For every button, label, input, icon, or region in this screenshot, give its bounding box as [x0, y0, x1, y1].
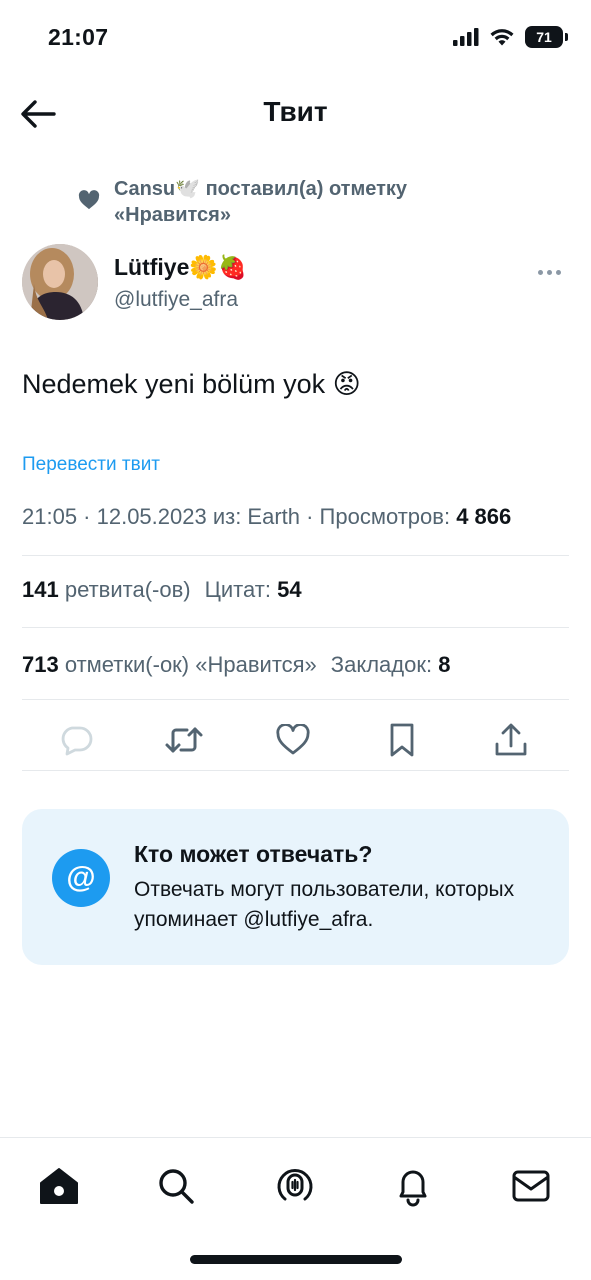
bookmarks-stat[interactable]: Закладок: 8 [331, 652, 451, 677]
tab-home[interactable] [37, 1164, 81, 1208]
tab-search[interactable] [154, 1164, 198, 1208]
retweets-label: ретвита(-ов) [64, 577, 191, 602]
likes-count: 713 [22, 652, 59, 677]
social-context-text: Cansu🕊️ поставил(а) отметку «Нравится» [114, 178, 408, 226]
divider [22, 770, 569, 771]
reply-button[interactable] [56, 720, 96, 760]
tweet-meta: 21:05 · 12.05.2023 из: Earth · Просмотро… [22, 504, 511, 530]
reply-restriction-card: @ Кто может отвечать? Отвечать могут пол… [22, 809, 569, 965]
bookmark-button[interactable] [382, 720, 422, 760]
avatar-photo [22, 244, 98, 320]
messages-icon [512, 1170, 550, 1202]
quotes-count: 54 [277, 577, 302, 602]
likes-label: отметки(-ок) «Нравится» [64, 652, 317, 677]
home-icon [40, 1168, 78, 1204]
stats-row-retweets: 141 ретвита(-ов) Цитат: 54 [22, 577, 302, 603]
user-handle[interactable]: @lutfiye_afra [114, 288, 238, 312]
bookmarks-label: Закладок: [330, 652, 433, 677]
reply-icon [61, 726, 93, 756]
quotes-stat[interactable]: Цитат: 54 [205, 577, 302, 602]
mention-icon: @ [52, 849, 110, 907]
tweet-text: Nedemek yeni bölüm yok 😡 [22, 369, 361, 399]
social-context[interactable]: Cansu🕊️ поставил(а) отметку «Нравится» [78, 176, 498, 228]
reply-restriction-title: Кто может отвечать? [134, 841, 373, 867]
tweet-actions [22, 712, 569, 768]
status-icons: 71 [453, 26, 568, 48]
share-button[interactable] [491, 720, 531, 760]
search-icon [159, 1169, 194, 1204]
like-icon [276, 724, 310, 755]
home-indicator [190, 1255, 402, 1264]
heart-icon [78, 190, 100, 210]
more-dot-icon [555, 269, 561, 275]
bottom-tab-bar [0, 1137, 591, 1237]
views-count[interactable]: 4 866 [456, 504, 511, 529]
bookmarks-count: 8 [438, 652, 451, 677]
avatar[interactable] [22, 244, 98, 320]
tab-messages[interactable] [509, 1164, 553, 1208]
quotes-label: Цитат: [204, 577, 271, 602]
page-title: Твит [263, 96, 328, 127]
reply-restriction-description: Отвечать могут пользователи, которых упо… [134, 878, 515, 931]
share-icon [495, 723, 527, 756]
header: Твит [0, 82, 591, 144]
retweets-stat[interactable]: 141 ретвита(-ов) [22, 577, 191, 602]
tweet-meta-prefix: 21:05 · 12.05.2023 из: Earth · Просмотро… [22, 504, 451, 529]
divider [22, 555, 569, 556]
tab-notifications[interactable] [391, 1164, 435, 1208]
divider [22, 627, 569, 628]
status-bar: 21:07 71 [0, 0, 591, 76]
bookmark-icon [390, 723, 414, 757]
divider [22, 699, 569, 700]
more-dot-icon [537, 269, 543, 275]
notifications-icon [399, 1170, 427, 1207]
more-dot-icon [546, 269, 552, 275]
retweet-icon [165, 727, 203, 753]
battery-indicator: 71 [525, 26, 568, 48]
display-name[interactable]: Lütfiye🌼🍓 [114, 254, 247, 281]
more-options-button[interactable] [532, 262, 566, 282]
retweets-count: 141 [22, 577, 59, 602]
tab-spaces[interactable] [273, 1164, 317, 1208]
translate-tweet-link[interactable]: Перевести твит [22, 454, 160, 476]
wifi-icon [490, 29, 514, 46]
cellular-signal-icon [453, 28, 479, 46]
likes-stat[interactable]: 713 отметки(-ок) «Нравится» [22, 652, 317, 677]
spaces-icon [277, 1169, 313, 1201]
status-time: 21:07 [48, 24, 109, 50]
stats-row-likes: 713 отметки(-ок) «Нравится» Закладок: 8 [22, 652, 450, 678]
tweet-author: Lütfiye🌼🍓 @lutfiye_afra [22, 244, 572, 324]
retweet-button[interactable] [164, 720, 204, 760]
like-button[interactable] [273, 720, 313, 760]
